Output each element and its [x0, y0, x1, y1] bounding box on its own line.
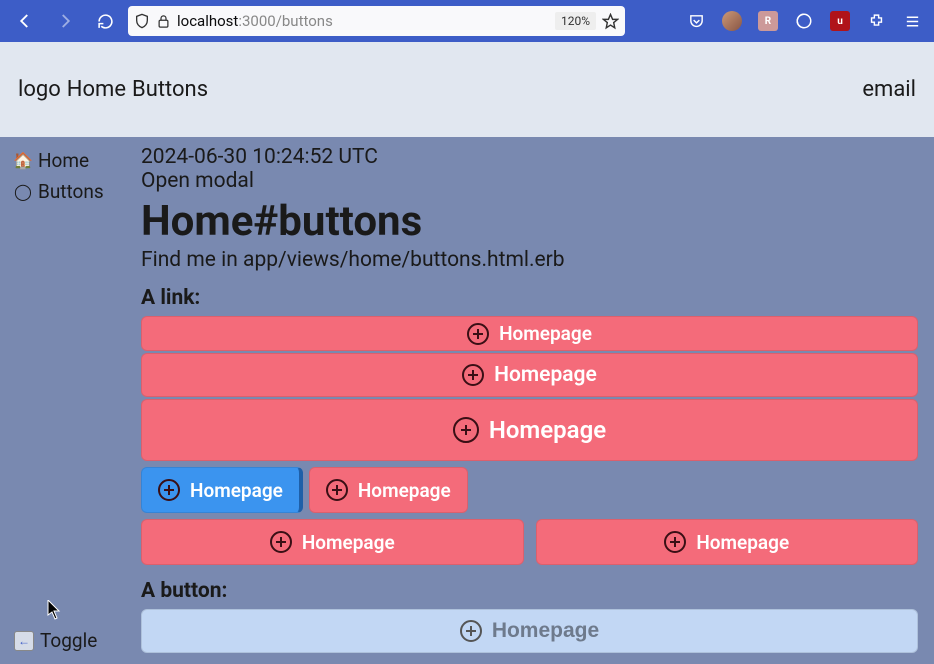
reload-button[interactable] [88, 6, 122, 36]
back-button[interactable] [8, 6, 42, 36]
ublock-icon[interactable]: u [826, 7, 854, 35]
reader-icon[interactable] [790, 7, 818, 35]
plus-icon [453, 417, 479, 443]
toolbar-right: R u [682, 7, 926, 35]
plus-icon [326, 479, 348, 501]
logo-text[interactable]: logo [18, 77, 61, 102]
sidebar-item-buttons[interactable]: ◯ Buttons [0, 176, 133, 207]
plus-icon [664, 531, 686, 553]
homepage-link-sm[interactable]: Homepage [141, 316, 918, 351]
page-subheading: Find me in app/views/home/buttons.html.e… [141, 248, 918, 272]
link-section-label: A link: [141, 286, 918, 310]
homepage-link-lg[interactable]: Homepage [141, 399, 918, 461]
main-content: 2024-06-30 10:24:52 UTC Open modal Home#… [133, 137, 934, 664]
plus-icon [462, 364, 484, 386]
lock-icon [156, 14, 171, 29]
homepage-link-blue[interactable]: Homepage [141, 467, 303, 513]
homepage-button[interactable]: Homepage [141, 609, 918, 653]
open-modal-link[interactable]: Open modal [141, 169, 918, 193]
forward-button[interactable] [48, 6, 82, 36]
ext-r-icon[interactable]: R [754, 7, 782, 35]
page-heading: Home#buttons [141, 197, 918, 246]
bookmark-star-icon[interactable] [602, 13, 619, 30]
homepage-link-inline[interactable]: Homepage [309, 467, 468, 513]
account-icon[interactable] [718, 7, 746, 35]
nav-home[interactable]: Home [67, 77, 126, 102]
pocket-icon[interactable] [682, 7, 710, 35]
nav-buttons[interactable]: Buttons [132, 77, 208, 102]
zoom-badge[interactable]: 120% [555, 12, 596, 30]
menu-icon[interactable] [898, 7, 926, 35]
nav-email[interactable]: email [862, 77, 916, 102]
circle-icon: ◯ [14, 182, 32, 201]
url-bar[interactable]: localhost:3000/buttons 120% [128, 6, 625, 36]
arrow-left-icon: ← [14, 631, 34, 651]
sidebar-item-label: Buttons [38, 180, 104, 203]
homepage-link-half-1[interactable]: Homepage [141, 519, 524, 565]
extensions-icon[interactable] [862, 7, 890, 35]
timestamp: 2024-06-30 10:24:52 UTC [141, 145, 918, 169]
sidebar-toggle[interactable]: ← Toggle [0, 625, 133, 656]
plus-icon [270, 531, 292, 553]
shield-icon [134, 13, 150, 29]
sidebar-toggle-label: Toggle [40, 629, 97, 652]
url-text: localhost:3000/buttons [177, 12, 549, 30]
home-icon: 🏠 [14, 151, 32, 170]
homepage-link-md[interactable]: Homepage [141, 353, 918, 397]
homepage-link-half-2[interactable]: Homepage [536, 519, 919, 565]
sidebar: 🏠 Home ◯ Buttons ← Toggle [0, 137, 133, 664]
button-section-label: A button: [141, 579, 918, 603]
sidebar-item-label: Home [38, 149, 89, 172]
sidebar-item-home[interactable]: 🏠 Home [0, 145, 133, 176]
plus-icon [467, 323, 489, 345]
browser-toolbar: localhost:3000/buttons 120% R u [0, 0, 934, 42]
plus-icon [460, 620, 482, 642]
plus-icon [158, 479, 180, 501]
page-header: logo Home Buttons email [0, 42, 934, 137]
